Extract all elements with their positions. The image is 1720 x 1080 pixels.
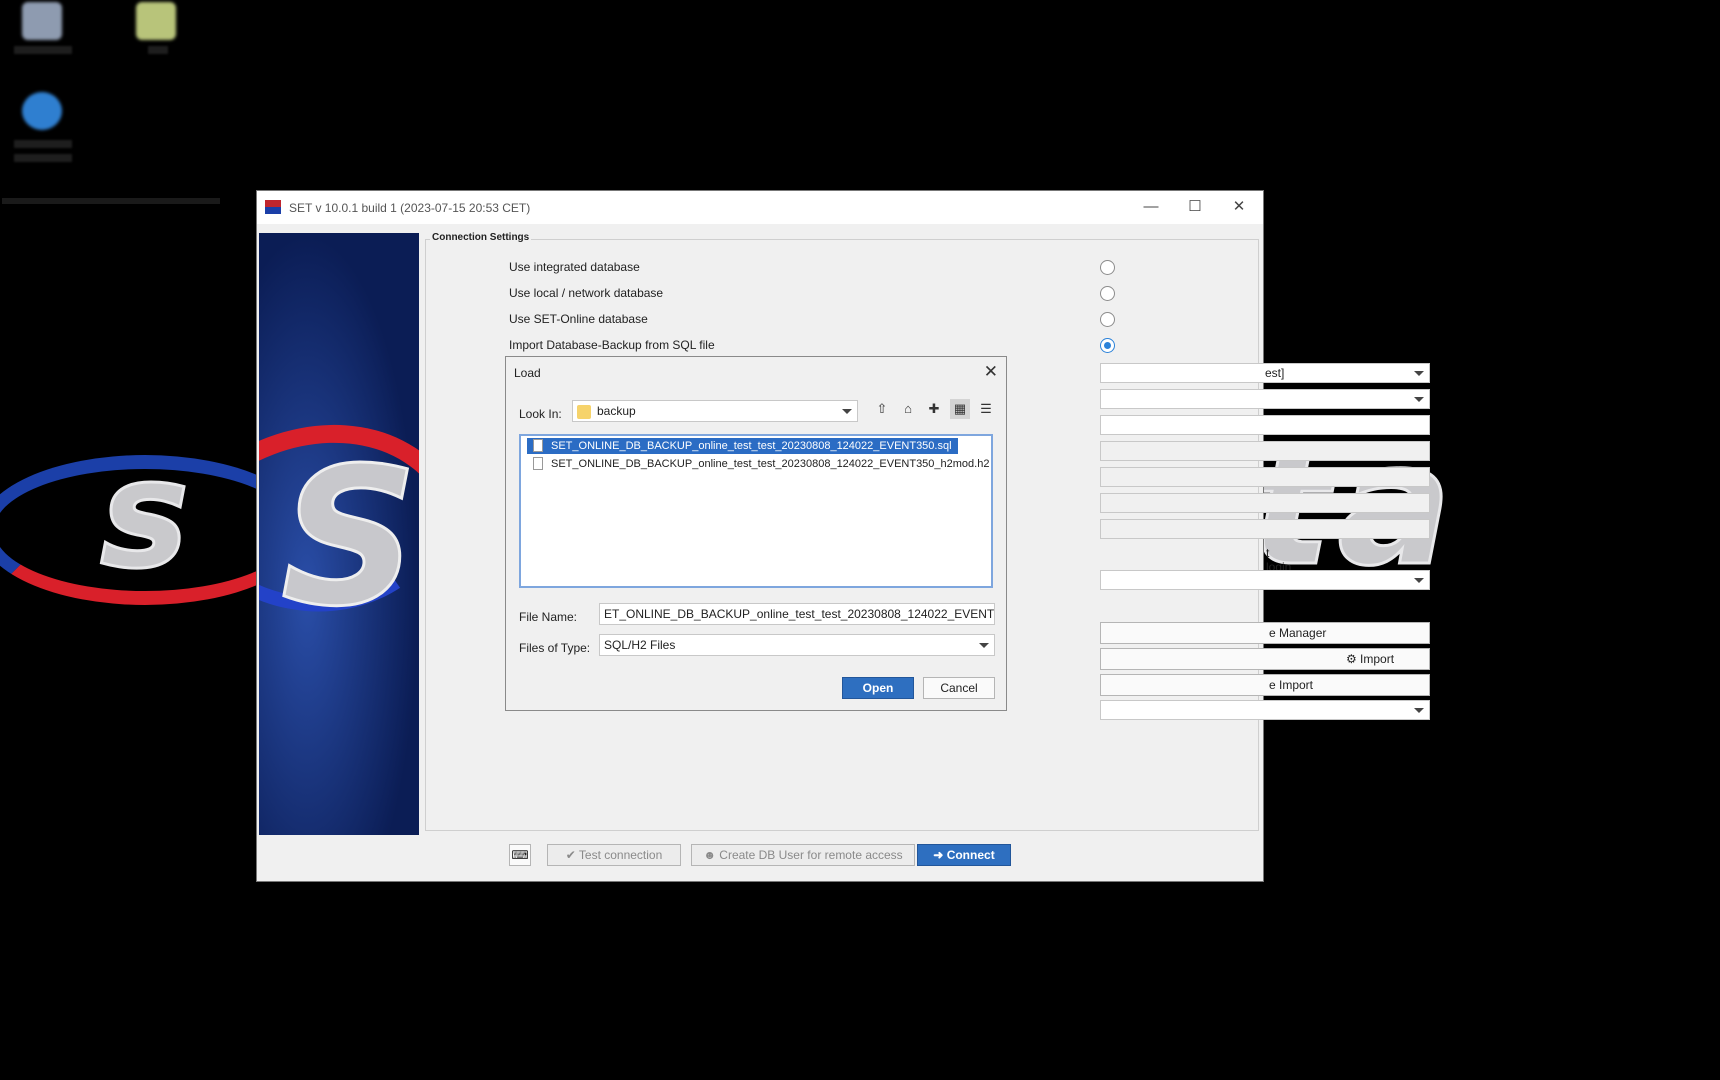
test-connection-label: Test connection — [578, 848, 663, 862]
manager-button[interactable]: e Manager — [1100, 622, 1430, 644]
option-set-online-radio[interactable] — [1100, 312, 1115, 327]
desktop-icon-label — [14, 46, 72, 54]
chevron-down-icon — [1414, 397, 1424, 402]
keyboard-icon[interactable]: ⌨ — [509, 844, 531, 866]
window-title: SET v 10.0.1 build 1 (2023-07-15 20:53 C… — [289, 201, 531, 215]
option-local-network-label: Use local / network database — [509, 286, 664, 300]
close-icon[interactable]: ✕ — [1219, 195, 1259, 219]
wallpaper-logo-left: s — [98, 428, 196, 602]
connect-label: Connect — [946, 848, 995, 862]
file-type-label: Files of Type: — [519, 641, 591, 655]
file-list[interactable]: SET_ONLINE_DB_BACKUP_online_test_test_20… — [519, 434, 993, 588]
database-dropdown[interactable]: est] — [1100, 363, 1430, 383]
gear-icon: ⚙ — [1345, 652, 1361, 666]
option-import-backup-label: Import Database-Backup from SQL file — [509, 338, 715, 352]
text-field-1[interactable] — [1100, 415, 1430, 435]
maximize-icon[interactable]: ☐ — [1175, 195, 1215, 219]
file-name: SET_ONLINE_DB_BACKUP_online_test_test_20… — [551, 440, 952, 452]
text-field-3 — [1100, 467, 1430, 487]
chevron-down-icon — [1414, 371, 1424, 376]
file-name-input[interactable]: ET_ONLINE_DB_BACKUP_online_test_test_202… — [599, 603, 995, 625]
user-icon: ☻ — [703, 848, 720, 862]
file-name-label: File Name: — [519, 610, 578, 624]
test-connection-button: ✔ Test connection — [547, 844, 681, 866]
file-name: SET_ONLINE_DB_BACKUP_online_test_test_20… — [551, 458, 990, 470]
desktop-icon-label — [148, 46, 168, 54]
file-type-dropdown[interactable]: SQL/H2 Files — [599, 634, 995, 656]
check-icon: ✔ — [565, 848, 579, 862]
option-integrated-radio[interactable] — [1100, 260, 1115, 275]
load-dialog: Load ✕ Look In: backup ⇧ ⌂ ✚ ▦ ☰ SET_ONL… — [505, 356, 1007, 711]
minimize-icon[interactable]: — — [1131, 195, 1171, 219]
import-button-label: Import — [1360, 652, 1395, 666]
file-icon — [533, 439, 543, 452]
home-icon[interactable]: ⌂ — [898, 399, 918, 419]
style-dropdown[interactable] — [1100, 700, 1430, 720]
desktop-icon-2[interactable] — [122, 0, 192, 70]
desktop-icon-label — [14, 140, 72, 148]
text-field-2 — [1100, 441, 1430, 461]
close-icon[interactable]: ✕ — [984, 362, 998, 382]
desktop-icon-image — [22, 92, 62, 130]
desktop-icon-image — [136, 2, 176, 40]
desktop-icon-image — [22, 2, 62, 40]
open-button[interactable]: Open — [842, 677, 914, 699]
title-bar[interactable]: SET v 10.0.1 build 1 (2023-07-15 20:53 C… — [257, 191, 1263, 224]
details-view-icon[interactable]: ☰ — [976, 399, 996, 419]
group-title: Connection Settings — [430, 232, 532, 243]
import2-button[interactable]: e Import — [1100, 674, 1430, 696]
arrow-right-icon: ➜ — [933, 848, 947, 862]
chevron-down-icon — [979, 643, 989, 648]
text-field-5 — [1100, 519, 1430, 539]
chevron-down-icon — [1414, 708, 1424, 713]
desktop-icon-label — [14, 154, 72, 162]
chevron-down-icon — [1414, 578, 1424, 583]
app-icon — [265, 200, 281, 214]
cancel-button[interactable]: Cancel — [923, 677, 995, 699]
file-icon — [533, 457, 543, 470]
list-item[interactable]: SET_ONLINE_DB_BACKUP_online_test_test_20… — [527, 456, 995, 472]
import2-button-label: e Import — [1269, 678, 1314, 692]
create-db-user-label: Create DB User for remote access — [719, 848, 903, 862]
look-in-dropdown[interactable]: backup — [572, 400, 858, 422]
up-folder-icon[interactable]: ⇧ — [872, 399, 892, 419]
text-field-4 — [1100, 493, 1430, 513]
look-in-value: backup — [597, 404, 636, 418]
file-type-value: SQL/H2 Files — [604, 638, 676, 652]
new-folder-icon[interactable]: ✚ — [924, 399, 944, 419]
import-button[interactable]: ⚙ Import — [1100, 648, 1430, 670]
folder-icon — [577, 404, 591, 419]
desktop-selection-strip — [2, 198, 220, 204]
database-dropdown-value: est] — [1265, 366, 1285, 380]
manager-button-label: e Manager — [1269, 626, 1327, 640]
desktop-icon-3[interactable] — [8, 90, 78, 180]
option-import-backup-radio[interactable] — [1100, 338, 1115, 353]
connect-button[interactable]: ➜ Connect — [917, 844, 1011, 866]
option-set-online-label: Use SET-Online database — [509, 312, 648, 326]
side-banner-image: S — [259, 233, 419, 835]
list-view-icon[interactable]: ▦ — [950, 399, 970, 419]
dialog-title: Load — [514, 366, 541, 380]
login-dropdown[interactable] — [1100, 570, 1430, 590]
look-in-label: Look In: — [519, 407, 562, 421]
create-db-user-button: ☻ Create DB User for remote access — [691, 844, 915, 866]
desktop-icon-1[interactable] — [8, 0, 78, 70]
chevron-down-icon — [842, 409, 852, 414]
option-integrated-label: Use integrated database — [509, 260, 640, 274]
option-local-network-radio[interactable] — [1100, 286, 1115, 301]
secondary-dropdown[interactable] — [1100, 389, 1430, 409]
list-item[interactable]: SET_ONLINE_DB_BACKUP_online_test_test_20… — [527, 438, 958, 454]
